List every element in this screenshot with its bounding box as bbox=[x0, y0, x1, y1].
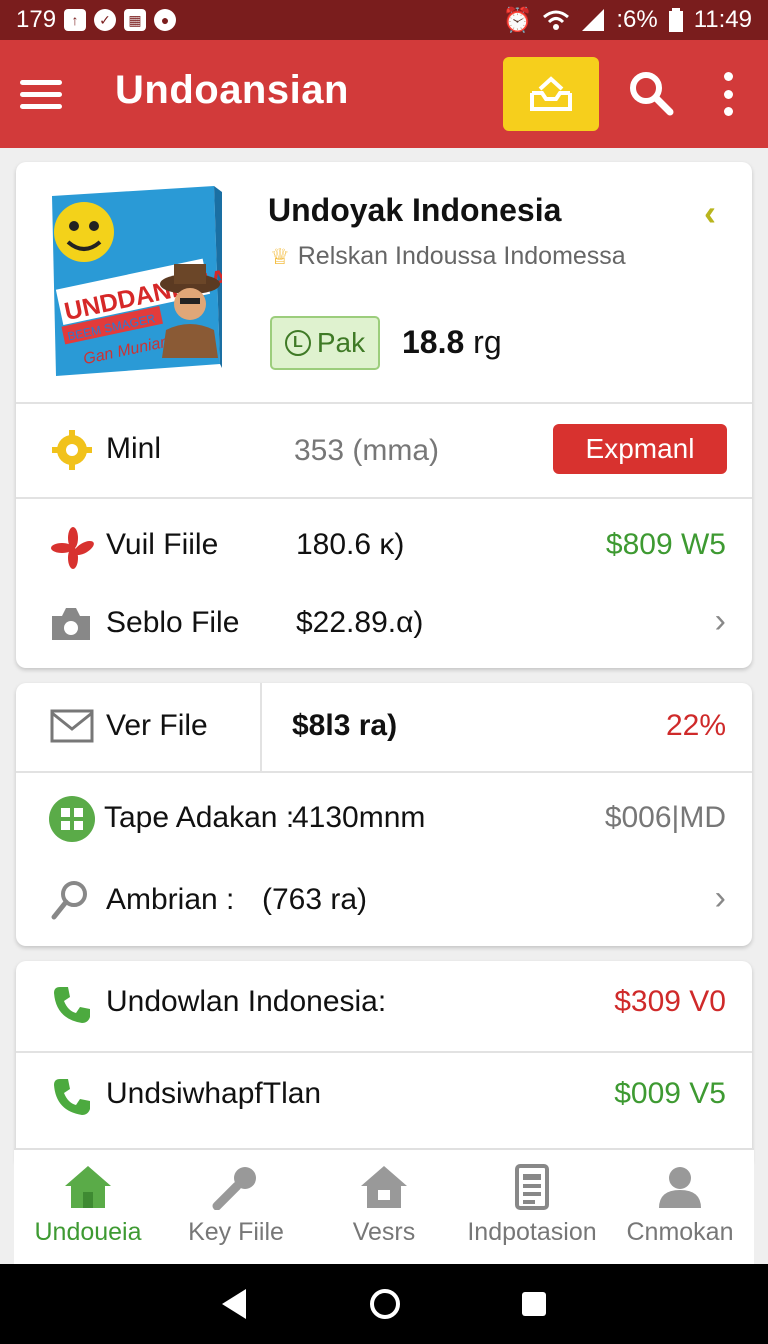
person-icon bbox=[659, 1167, 701, 1208]
house-icon bbox=[361, 1166, 407, 1208]
system-navigation-bar bbox=[0, 1264, 768, 1344]
bottom-navigation: Undoueia Key Fiile Vesrs Indpotasion Cnm… bbox=[14, 1148, 754, 1264]
mail-icon bbox=[50, 709, 94, 743]
calendar-notification-icon: ▦ bbox=[124, 9, 147, 31]
inbox-icon bbox=[530, 76, 572, 111]
recent-apps-icon[interactable] bbox=[520, 1290, 548, 1318]
hamburger-menu-icon[interactable] bbox=[20, 80, 62, 110]
battery-text: :6% bbox=[616, 6, 658, 33]
nav-item-cnmokan[interactable]: Cnmokan bbox=[606, 1150, 754, 1264]
pak-badge-label: Pak bbox=[316, 327, 366, 358]
status-bar: 179 ↑ ✓ ▦ ● ⏰ :6% 11:49 bbox=[0, 0, 768, 40]
clock-notification-icon: ✓ bbox=[94, 9, 117, 31]
product-subtitle: ♕ Relskan Indoussa Indomessa bbox=[270, 242, 626, 271]
row-label-undowlan-indonesia[interactable]: Undowlan Indonesia: bbox=[106, 985, 386, 1019]
nav-label: Undoueia bbox=[34, 1218, 142, 1246]
row-label-minl: Minl bbox=[106, 432, 162, 465]
camera-icon bbox=[52, 608, 90, 640]
nav-label: Cnmokan bbox=[626, 1218, 734, 1246]
nav-label: Indpotasion bbox=[467, 1218, 597, 1246]
nav-item-key-file[interactable]: Key Fiile bbox=[162, 1150, 310, 1264]
grid-icon bbox=[49, 796, 95, 842]
app-bar: Undoansian bbox=[0, 40, 768, 148]
row-value-tape-adakan: 4130mnm bbox=[292, 801, 426, 834]
pak-badge-icon: L bbox=[284, 330, 311, 356]
chevron-left-icon[interactable]: ‹ bbox=[704, 192, 716, 234]
product-card: UNDDANESIA BEEM SMAGER Gan Munian! Undoy… bbox=[16, 162, 752, 668]
nav-item-undoueia[interactable]: Undoueia bbox=[14, 1150, 162, 1264]
nav-item-indpotasion[interactable]: Indpotasion bbox=[458, 1150, 606, 1264]
crown-icon: ♕ bbox=[270, 243, 290, 269]
row-value-ambrian: (763 ra) bbox=[262, 883, 368, 916]
row-label-undsiwhapftlan[interactable]: UndsiwhapfTlan bbox=[106, 1077, 321, 1111]
search-icon bbox=[630, 72, 674, 116]
chevron-right-icon[interactable]: › bbox=[715, 879, 726, 918]
notification-icon: ↑ bbox=[64, 9, 87, 31]
alarm-icon: ⏰ bbox=[502, 6, 533, 34]
status-left-text: 179 bbox=[16, 6, 57, 33]
row-price-vuil-file: $809 W5 bbox=[605, 528, 726, 561]
product-title: Undoyak Indonesia bbox=[268, 192, 562, 228]
divider bbox=[16, 771, 752, 773]
home-button-icon[interactable] bbox=[368, 1287, 402, 1321]
home-icon bbox=[65, 1166, 111, 1208]
search-icon bbox=[51, 881, 87, 920]
weight-value: 18.8 bbox=[402, 324, 465, 360]
expand-button[interactable]: Expmanl bbox=[553, 424, 727, 474]
wrench-icon bbox=[212, 1167, 256, 1210]
divider bbox=[16, 1051, 752, 1053]
clock-time: 11:49 bbox=[693, 6, 752, 33]
product-subtitle-text: Relskan Indoussa Indomessa bbox=[297, 242, 626, 270]
row-label-tape-adakan: Tape Adakan : bbox=[104, 801, 295, 834]
more-options-icon[interactable] bbox=[718, 72, 738, 116]
vertical-divider bbox=[260, 683, 262, 771]
document-icon bbox=[515, 1164, 549, 1210]
row-label-ver-file: Ver File bbox=[106, 709, 208, 742]
row-label-ambrian: Ambrian : bbox=[106, 883, 235, 916]
row-value-vuil-file: 180.6 κ) bbox=[296, 528, 405, 561]
row-value-minl: 353 (mma) bbox=[294, 434, 440, 467]
nav-label: Key Fiile bbox=[188, 1218, 284, 1246]
row-amount-tape-adakan: $006|MD bbox=[604, 801, 726, 834]
row-price-undsiwhapftlan: $009 V5 bbox=[614, 1077, 726, 1110]
row-value-seblo-file: $22.89.α) bbox=[296, 606, 424, 639]
row-percent-ver-file: 22% bbox=[665, 709, 726, 742]
nav-label: Vesrs bbox=[352, 1218, 416, 1246]
row-label-seblo-file: Seblo File bbox=[106, 606, 240, 639]
product-box-image: UNDDANESIA BEEM SMAGER Gan Munian! bbox=[52, 186, 222, 376]
row-label-vuil-file: Vuil Fiile bbox=[106, 528, 219, 561]
contacts-card: Undowlan Indonesia: $309 V0 UndsiwhapfTl… bbox=[16, 961, 752, 1161]
gear-icon bbox=[52, 430, 92, 470]
divider bbox=[16, 402, 752, 404]
row-value-ver-file: $8l3 ra) bbox=[292, 709, 398, 742]
nav-item-vesrs[interactable]: Vesrs bbox=[310, 1150, 458, 1264]
app-title: Undoansian bbox=[115, 68, 349, 112]
battery-icon bbox=[668, 8, 683, 32]
signal-icon bbox=[582, 9, 605, 31]
row-price-undowlan: $309 V0 bbox=[614, 985, 726, 1018]
pak-badge[interactable]: L Pak bbox=[270, 316, 380, 370]
chevron-right-icon[interactable]: › bbox=[715, 602, 726, 641]
wifi-icon bbox=[543, 10, 570, 30]
phone-icon bbox=[54, 987, 90, 1023]
asterisk-icon bbox=[51, 527, 94, 569]
back-icon[interactable] bbox=[220, 1287, 250, 1321]
files-card: Ver File $8l3 ra) 22% Tape Adakan : 4130… bbox=[16, 683, 752, 946]
inbox-button[interactable] bbox=[503, 57, 599, 131]
divider bbox=[16, 497, 752, 499]
phone-icon bbox=[54, 1079, 90, 1115]
weight-unit: rg bbox=[473, 324, 502, 360]
search-button[interactable] bbox=[628, 70, 674, 116]
product-weight: 18.8 rg bbox=[402, 324, 502, 361]
shield-notification-icon: ● bbox=[154, 9, 177, 31]
